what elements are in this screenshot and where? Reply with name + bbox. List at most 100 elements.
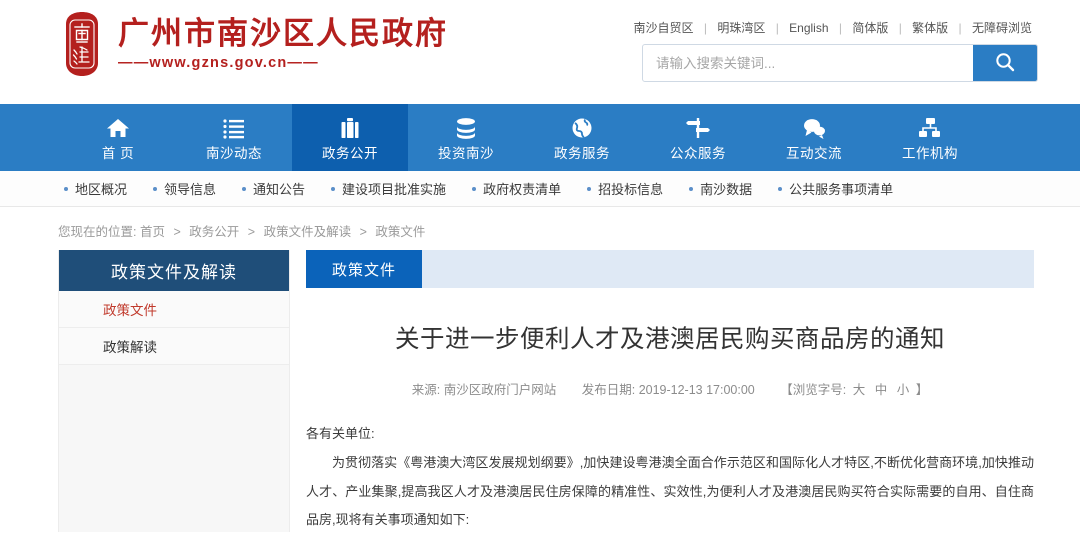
top-links: 南沙自贸区 | 明珠湾区 | English | 简体版 | 繁体版 | 无障碍… bbox=[634, 19, 1033, 36]
nav-item-public-services[interactable]: 公众服务 bbox=[640, 104, 756, 171]
nav-label: 政务服务 bbox=[554, 146, 610, 161]
top-link-separator: | bbox=[958, 21, 962, 35]
breadcrumb-item-government-affairs[interactable]: 政务公开 bbox=[189, 225, 239, 239]
top-link-nansha-ftz[interactable]: 南沙自贸区 bbox=[634, 21, 694, 35]
breadcrumb-item-home[interactable]: 首页 bbox=[140, 225, 165, 239]
subnav-item-bidding-info[interactable]: 招投标信息 bbox=[587, 179, 663, 198]
home-icon bbox=[106, 113, 130, 139]
list-icon bbox=[222, 113, 246, 139]
breadcrumb-separator: > bbox=[173, 225, 181, 239]
article-date: 发布日期: 2019-12-13 17:00:00 bbox=[582, 383, 759, 397]
nav-label: 互动交流 bbox=[786, 146, 842, 161]
subnav-label: 招投标信息 bbox=[598, 182, 664, 197]
top-link-english[interactable]: English bbox=[789, 21, 828, 35]
database-icon bbox=[454, 113, 478, 139]
subnav-label: 政府权责清单 bbox=[483, 182, 562, 197]
fontsize-suffix: 】 bbox=[915, 382, 929, 397]
font-size-control: 【浏览字号: 大 中 小 】 bbox=[780, 383, 928, 397]
subnav-label: 南沙数据 bbox=[700, 182, 753, 197]
subnav-label: 建设项目批准实施 bbox=[342, 182, 447, 197]
sidebar-item-policy-documents[interactable]: 政策文件 bbox=[59, 291, 289, 328]
content-tabbar: 政策文件 bbox=[306, 250, 1034, 288]
sidebar-item-policy-interpretation[interactable]: 政策解读 bbox=[59, 328, 289, 365]
tab-policy-documents[interactable]: 政策文件 bbox=[306, 250, 423, 288]
site-logo[interactable]: 广州市南沙区人民政府 ——www.gzns.gov.cn—— bbox=[60, 11, 448, 77]
top-link-separator: | bbox=[898, 21, 902, 35]
top-link-simplified[interactable]: 简体版 bbox=[852, 21, 888, 35]
fontsize-prefix: 【浏览字号: bbox=[780, 382, 847, 397]
site-domain: ——www.gzns.gov.cn—— bbox=[118, 55, 319, 72]
search-icon bbox=[994, 51, 1016, 76]
subnav-item-announcements[interactable]: 通知公告 bbox=[242, 179, 305, 198]
top-link-mingzhu-bay[interactable]: 明珠湾区 bbox=[717, 21, 765, 35]
subnav-label: 公共服务事项清单 bbox=[789, 182, 894, 197]
top-link-separator: | bbox=[775, 21, 779, 35]
subnav-item-nansha-data[interactable]: 南沙数据 bbox=[689, 179, 752, 198]
article-paragraph: 为贯彻落实《粤港澳大湾区发展规划纲要》,加快建设粤港澳全面合作示范区和国际化人才… bbox=[306, 454, 1034, 528]
nav-label: 工作机构 bbox=[902, 146, 958, 161]
bullet-dot-icon bbox=[472, 186, 477, 191]
breadcrumb-prefix: 您现在的位置: bbox=[58, 225, 137, 239]
fontsize-medium-button[interactable]: 中 bbox=[875, 383, 888, 397]
subnav-label: 领导信息 bbox=[164, 182, 217, 197]
site-header: 广州市南沙区人民政府 ——www.gzns.gov.cn—— 南沙自贸区 | 明… bbox=[0, 0, 1080, 104]
bullet-dot-icon bbox=[587, 186, 592, 191]
fontsize-small-button[interactable]: 小 bbox=[897, 383, 910, 397]
subnav-item-project-approval[interactable]: 建设项目批准实施 bbox=[331, 179, 446, 198]
bullet-dot-icon bbox=[64, 186, 68, 191]
subnav-item-leader-info[interactable]: 领导信息 bbox=[153, 179, 216, 198]
page-layout: 政策文件及解读 政策文件 政策解读 政策文件 关于进一步便利人才及港澳居民购买商… bbox=[0, 250, 1080, 535]
fontsize-large-button[interactable]: 大 bbox=[853, 383, 866, 397]
search-button[interactable] bbox=[973, 45, 1037, 81]
sub-navigation: 地区概况 领导信息 通知公告 建设项目批准实施 政府权责清单 招投标信息 南沙数… bbox=[0, 171, 1080, 207]
nav-item-home[interactable]: 首 页 bbox=[60, 104, 176, 171]
top-link-accessibility[interactable]: 无障碍浏览 bbox=[972, 21, 1032, 35]
search-input[interactable] bbox=[643, 45, 973, 81]
briefcase-icon bbox=[338, 113, 362, 139]
article-meta: 来源: 南沙区政府门户网站 发布日期: 2019-12-13 17:00:00 … bbox=[306, 379, 1034, 398]
article-paragraph: 各有关单位: bbox=[306, 425, 375, 441]
nav-item-government-services[interactable]: 政务服务 bbox=[524, 104, 640, 171]
article-title: 关于进一步便利人才及港澳居民购买商品房的通知 bbox=[395, 326, 945, 353]
nav-item-government-affairs[interactable]: 政务公开 bbox=[292, 104, 408, 171]
content-area: 政策文件 关于进一步便利人才及港澳居民购买商品房的通知 来源: 南沙区政府门户网… bbox=[306, 250, 1034, 535]
subnav-item-district-overview[interactable]: 地区概况 bbox=[64, 179, 127, 198]
globe-icon bbox=[570, 113, 594, 139]
subnav-item-public-service-list[interactable]: 公共服务事项清单 bbox=[778, 179, 893, 198]
breadcrumb: 您现在的位置: 首页 > 政务公开 > 政策文件及解读 > 政策文件 bbox=[0, 207, 1080, 250]
bullet-dot-icon bbox=[242, 186, 247, 191]
breadcrumb-item-policy-docs-interpretation[interactable]: 政策文件及解读 bbox=[264, 225, 352, 239]
nav-item-interaction[interactable]: 互动交流 bbox=[756, 104, 872, 171]
main-navigation: 首 页 南沙动态 政务公开 投资南沙 政务服务 公众服务 互动交流 工作机构 bbox=[0, 104, 1080, 171]
sidebar-item-label: 政策文件 bbox=[103, 303, 157, 318]
article-source: 来源: 南沙区政府门户网站 bbox=[412, 383, 560, 397]
bullet-dot-icon bbox=[153, 186, 158, 191]
source-label: 来源: bbox=[411, 382, 441, 397]
red-seal-emblem-icon bbox=[60, 11, 104, 77]
breadcrumb-item-policy-docs[interactable]: 政策文件 bbox=[375, 225, 425, 239]
subnav-item-power-list[interactable]: 政府权责清单 bbox=[472, 179, 561, 198]
nav-label: 政务公开 bbox=[322, 146, 378, 161]
top-link-separator: | bbox=[838, 21, 842, 35]
nav-item-invest-nansha[interactable]: 投资南沙 bbox=[408, 104, 524, 171]
org-chart-icon bbox=[918, 113, 942, 139]
subnav-label: 地区概况 bbox=[75, 182, 128, 197]
date-label: 发布日期: bbox=[581, 382, 636, 397]
top-link-separator: | bbox=[703, 21, 707, 35]
article-body: 各有关单位: 为贯彻落实《粤港澳大湾区发展规划纲要》,加快建设粤港澳全面合作示范… bbox=[306, 420, 1034, 535]
bullet-dot-icon bbox=[331, 186, 336, 191]
sidebar-title: 政策文件及解读 bbox=[59, 250, 289, 291]
nav-label: 首 页 bbox=[101, 146, 135, 161]
nav-item-organizations[interactable]: 工作机构 bbox=[872, 104, 988, 171]
top-link-traditional[interactable]: 繁体版 bbox=[912, 21, 948, 35]
date-value: 2019-12-13 17:00:00 bbox=[638, 382, 755, 397]
site-title: 广州市南沙区人民政府 bbox=[118, 15, 448, 51]
nav-item-nansha-news[interactable]: 南沙动态 bbox=[176, 104, 292, 171]
subnav-label: 通知公告 bbox=[253, 182, 306, 197]
source-value: 南沙区政府门户网站 bbox=[443, 382, 557, 397]
breadcrumb-separator: > bbox=[247, 225, 256, 239]
nav-label: 公众服务 bbox=[670, 146, 726, 161]
sidebar: 政策文件及解读 政策文件 政策解读 bbox=[58, 250, 290, 532]
nav-label: 南沙动态 bbox=[206, 146, 262, 161]
bullet-dot-icon bbox=[778, 186, 783, 191]
